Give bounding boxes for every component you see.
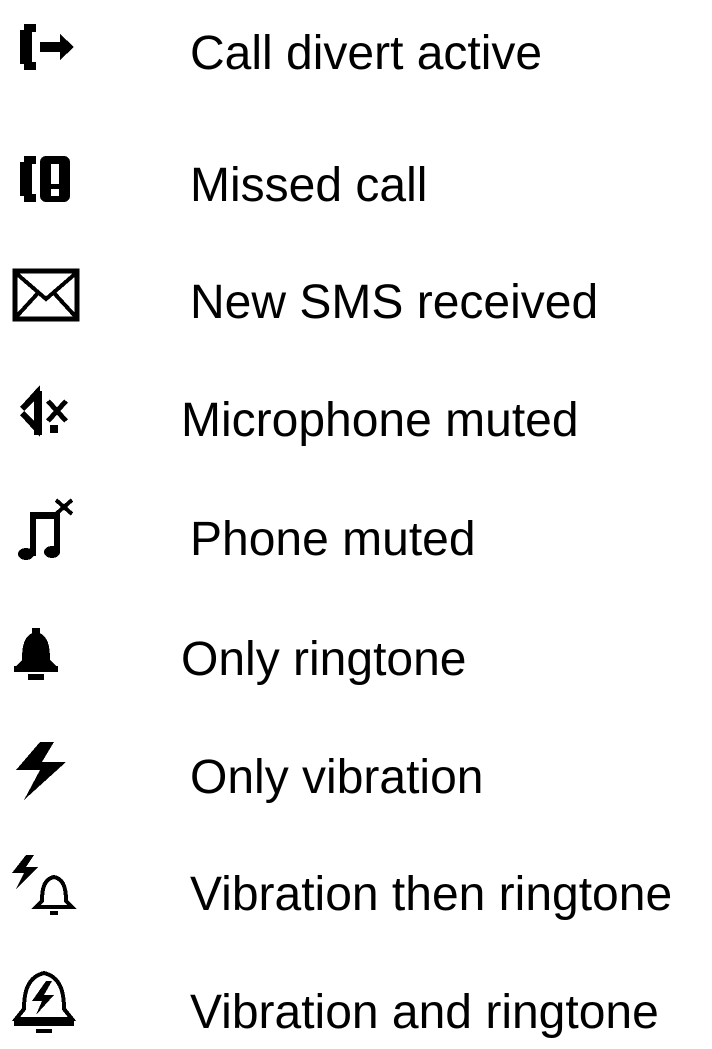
phone-muted-icon bbox=[10, 496, 82, 568]
legend-item-only-ringtone: Only ringtone bbox=[0, 606, 712, 696]
legend-label: Vibration then ringtone bbox=[190, 868, 673, 921]
vibration-then-ringtone-icon bbox=[10, 851, 82, 923]
call-divert-icon bbox=[10, 10, 82, 82]
legend-item-new-sms: New SMS received bbox=[0, 249, 712, 339]
legend-item-microphone-muted: Microphone muted bbox=[0, 367, 712, 457]
missed-call-icon bbox=[10, 142, 82, 214]
status-icon-legend: Call divert active Missed call New SMS r… bbox=[0, 0, 712, 1039]
legend-label: Only ringtone bbox=[181, 633, 467, 686]
lightning-icon bbox=[10, 734, 82, 806]
legend-item-phone-muted: Phone muted bbox=[0, 486, 712, 576]
envelope-icon bbox=[10, 259, 82, 331]
legend-item-missed-call: Missed call bbox=[0, 132, 712, 222]
legend-item-call-divert: Call divert active bbox=[0, 0, 712, 90]
legend-item-vibration-then-ringtone: Vibration then ringtone bbox=[0, 841, 712, 931]
vibration-and-ringtone-icon bbox=[10, 969, 82, 1041]
bell-icon bbox=[10, 616, 82, 688]
legend-label: Only vibration bbox=[190, 751, 484, 804]
legend-label: Vibration and ringtone bbox=[190, 986, 659, 1039]
legend-label: Microphone muted bbox=[181, 394, 579, 447]
legend-item-only-vibration: Only vibration bbox=[0, 724, 712, 814]
legend-item-vibration-and-ringtone: Vibration and ringtone bbox=[0, 959, 712, 1049]
legend-label: Missed call bbox=[190, 159, 428, 212]
legend-label: Phone muted bbox=[190, 513, 476, 566]
legend-label: Call divert active bbox=[190, 27, 543, 80]
microphone-muted-icon bbox=[10, 377, 82, 449]
legend-label: New SMS received bbox=[190, 276, 599, 329]
